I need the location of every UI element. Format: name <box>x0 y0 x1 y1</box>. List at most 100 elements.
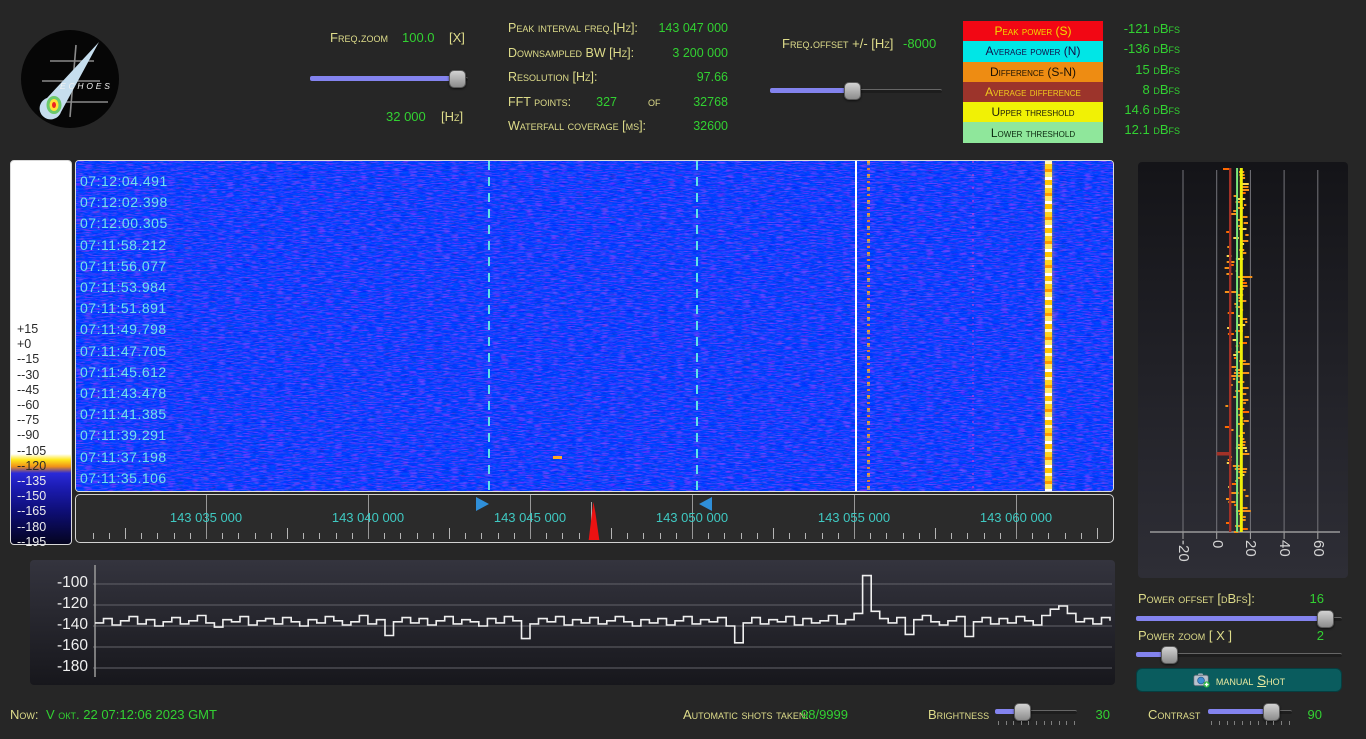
stats-label: Downsampled BW [Hz]: <box>508 45 635 60</box>
freq-zoom-value: 100.0 <box>402 30 435 45</box>
freq-minor-tick <box>416 533 418 539</box>
legend-button-average-difference[interactable]: Average difference <box>963 81 1103 103</box>
power-zoom-slider[interactable] <box>1136 646 1342 664</box>
waterfall-timestamp: 07:11:35.106 <box>80 469 167 486</box>
brightness-slider-tick <box>1066 721 1068 725</box>
freq-minor-tick <box>222 533 224 539</box>
spectrum-plot: -100 -120 -140 -160 -180 <box>30 560 1115 685</box>
power-zoom-slider-handle[interactable] <box>1161 646 1178 664</box>
colorbar-scale-label: +15 <box>17 322 39 336</box>
freq-minor-tick <box>449 528 450 539</box>
stats-row: Peak interval freq.[Hz]: 143 047 000 <box>508 21 730 37</box>
freq-minor-tick <box>125 528 126 539</box>
freq-minor-tick <box>270 533 272 539</box>
legend-button-average-power-n[interactable]: Average power (N) <box>963 41 1103 62</box>
frequency-scale[interactable]: 143 035 000 143 040 000 143 045 000 143 050… <box>75 494 1114 543</box>
readout-upper-threshold: 14.6 dBfs <box>1124 102 1180 118</box>
freq-minor-tick <box>287 528 288 539</box>
freq-minor-tick <box>999 533 1001 539</box>
stats-fft-used: 327 <box>596 94 617 109</box>
colorbar-scale-label: --180 <box>17 519 47 534</box>
freq-zoom-slider-handle[interactable] <box>449 70 466 88</box>
brightness-slider-handle[interactable] <box>1014 703 1031 721</box>
freq-minor-tick <box>513 533 515 539</box>
power-axis-label: 40 <box>1276 540 1294 557</box>
freq-zoom-slider[interactable] <box>310 70 468 88</box>
freq-offset-slider-handle[interactable] <box>844 82 861 100</box>
freq-minor-tick <box>92 533 94 539</box>
average-difference-spur <box>1216 452 1231 456</box>
freq-minor-tick <box>643 533 645 539</box>
colorbar-scale-label: --75 <box>17 413 40 428</box>
brightness-slider-tick <box>1005 721 1007 725</box>
stats-label: Peak interval freq.[Hz]: <box>508 21 638 35</box>
freq-minor-tick <box>773 528 774 539</box>
power-offset-slider[interactable] <box>1136 610 1342 628</box>
waterfall-timestamp: 07:12:00.305 <box>80 215 168 232</box>
shots-taken-value: 98/9999 <box>801 707 848 722</box>
freq-zoom-slider-fill <box>310 76 460 81</box>
freq-minor-tick <box>546 533 548 539</box>
readout-lower-threshold: 12.1 dBfs <box>1124 122 1180 138</box>
manual-shot-button[interactable]: manual Shot <box>1136 668 1342 692</box>
band-end-marker-icon[interactable] <box>699 497 712 511</box>
freq-minor-tick <box>319 533 321 539</box>
legend-button-peak-power-s[interactable]: Peak power (S) <box>963 21 1103 42</box>
brightness-slider-tick <box>1020 721 1022 725</box>
freq-minor-tick <box>497 533 499 539</box>
stats-fft-of-label: of <box>648 94 661 109</box>
contrast-slider[interactable] <box>1208 703 1292 725</box>
stats-value: 3 200 000 <box>672 45 728 60</box>
freq-zoom-bw-value: 32 000 <box>386 109 426 124</box>
colorbar-scale-label: --150 <box>17 489 47 504</box>
freq-minor-tick <box>1064 533 1066 539</box>
brightness-slider[interactable] <box>995 703 1077 725</box>
power-zoom-label: Power zoom [ X ] <box>1138 628 1233 643</box>
colorbar-scale-label: --60 <box>17 398 40 412</box>
colorbar-scale-label: --90 <box>17 428 40 443</box>
freq-minor-tick <box>1032 533 1034 539</box>
freq-minor-tick <box>886 533 888 539</box>
freq-minor-tick <box>902 533 904 539</box>
freq-scale-label: 143 050 000 <box>655 510 729 525</box>
contrast-slider-handle[interactable] <box>1263 703 1280 721</box>
waterfall-timestamp: 07:11:39.291 <box>80 427 167 444</box>
power-offset-slider-handle[interactable] <box>1317 610 1334 628</box>
stats-row: Downsampled BW [Hz]: 3 200 000 <box>508 46 730 62</box>
peak-frequency-marker[interactable] <box>588 502 600 540</box>
freq-scale-label: 143 060 000 <box>979 510 1053 525</box>
contrast-slider-tick <box>1273 721 1275 725</box>
contrast-slider-tick <box>1242 721 1244 725</box>
freq-offset-slider-fill <box>770 88 852 93</box>
contrast-slider-tick <box>1211 721 1212 725</box>
power-distribution-panel: -20 0 20 40 60 <box>1138 162 1348 578</box>
legend-button-difference-s-n[interactable]: Difference (S-N) <box>963 61 1103 82</box>
freq-offset-slider[interactable] <box>770 82 942 100</box>
waterfall-timestamp: 07:11:53.984 <box>80 279 167 295</box>
waterfall-display[interactable]: 07:12:04.491 07:12:02.398 07:12:00.305 07:1… <box>75 160 1114 492</box>
stats-row: Resolution [Hz]: 97.66 <box>508 70 730 86</box>
freq-minor-tick <box>951 533 953 539</box>
stats-label: Waterfall coverage [ms]: <box>508 119 647 134</box>
band-start-marker-icon[interactable] <box>476 497 489 511</box>
contrast-slider-tick <box>1218 721 1220 725</box>
legend-button-lower-threshold[interactable]: Lower threshold <box>963 122 1103 143</box>
colorbar-scale-label: --105 <box>17 443 47 458</box>
legend-readouts: -121 dBfs -136 dBfs 15 dBfs 8 dBfs 14.6 dBfs… <box>1098 21 1180 143</box>
echoes-logo-icon: ECHOES <box>21 30 119 128</box>
brightness-label: Brightness <box>928 707 990 722</box>
freq-offset-label: Freq.offset +/- [Hz] <box>782 36 894 51</box>
freq-scale-label: 143 045 000 <box>493 510 567 525</box>
freq-zoom-bw-unit: [Hz] <box>441 109 464 124</box>
legend-button-upper-threshold[interactable]: Upper threshold <box>963 102 1103 123</box>
freq-minor-tick <box>578 533 580 539</box>
freq-minor-tick <box>432 533 434 539</box>
waterfall-timestamp: 07:12:04.491 <box>80 173 168 189</box>
colorbar-scale-label: --120 <box>17 458 47 473</box>
freq-minor-tick <box>400 533 402 539</box>
contrast-slider-tick <box>1257 721 1259 725</box>
freq-minor-tick <box>740 533 742 539</box>
power-axis-label: 0 <box>1208 540 1226 549</box>
freq-minor-tick <box>983 533 985 539</box>
freq-minor-tick <box>935 528 936 539</box>
